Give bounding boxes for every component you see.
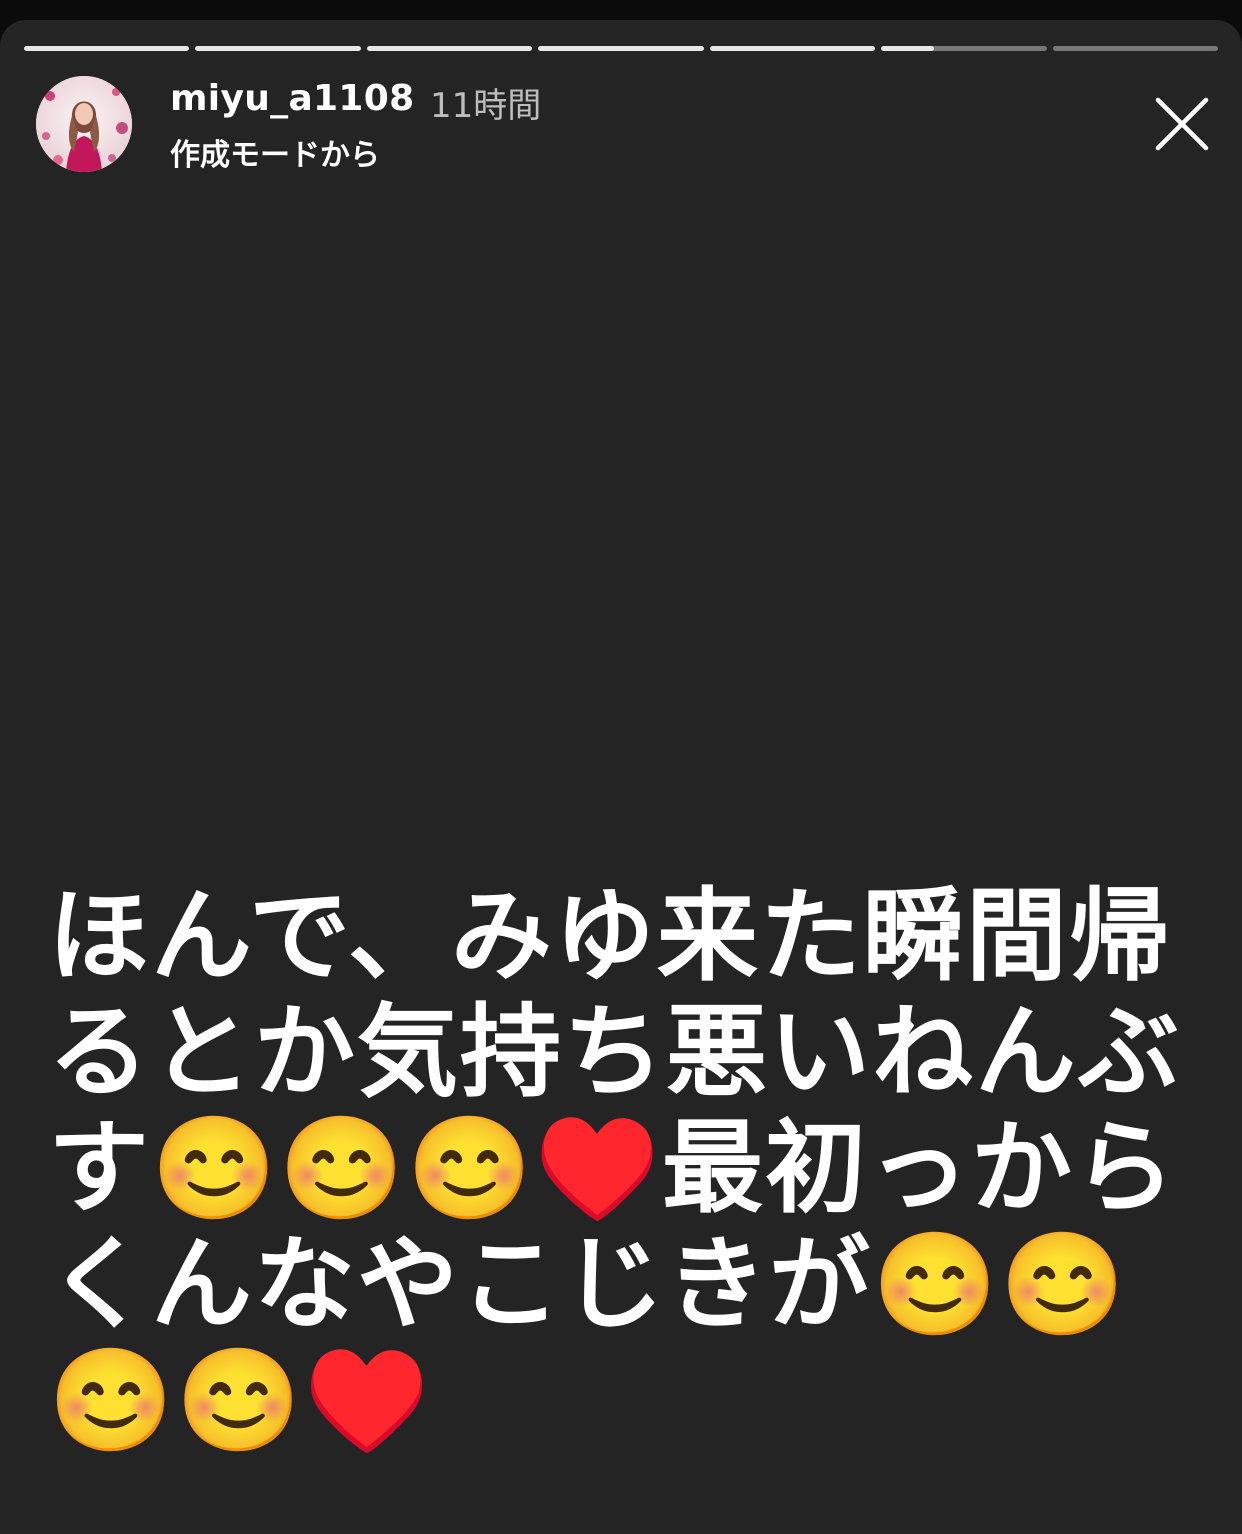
close-icon bbox=[1155, 97, 1209, 151]
close-button[interactable] bbox=[1150, 92, 1214, 156]
avatar[interactable] bbox=[36, 76, 132, 172]
story-text: ほんで、みゆ来た瞬間帰るとか気持ち悪いねんぶす😊😊😊♥️最初っからくんなやこじき… bbox=[48, 876, 1182, 1459]
progress-segment bbox=[24, 46, 190, 51]
progress-segment bbox=[195, 46, 361, 51]
story-viewer[interactable]: miyu_a1108 11時間 作成モードから ほんで、みゆ来た瞬間帰るとか気持… bbox=[0, 20, 1242, 1534]
progress-segment bbox=[538, 46, 704, 51]
progress-segment bbox=[709, 46, 876, 51]
story-progress-bar bbox=[24, 46, 1218, 51]
username[interactable]: miyu_a1108 bbox=[170, 78, 414, 119]
created-from-label: 作成モードから bbox=[170, 138, 380, 173]
time-ago: 11時間 bbox=[430, 86, 542, 126]
progress-segment bbox=[366, 46, 533, 51]
progress-segment bbox=[1052, 46, 1218, 51]
progress-segment bbox=[881, 46, 1047, 51]
